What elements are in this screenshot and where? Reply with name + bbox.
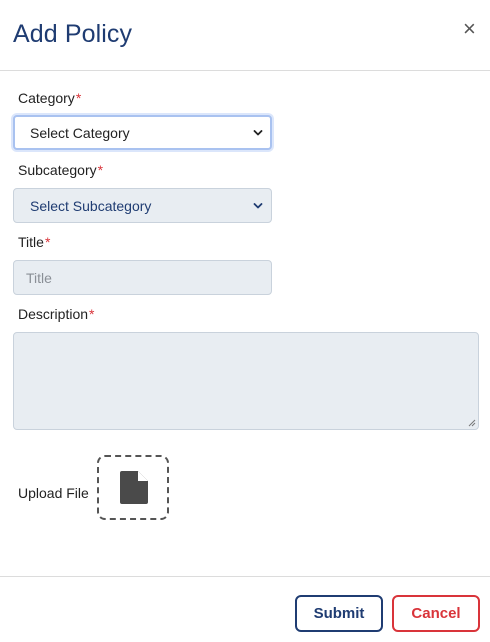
chevron-down-icon — [253, 203, 263, 209]
resize-grip-icon[interactable] — [468, 419, 476, 427]
required-marker: * — [89, 306, 95, 322]
add-policy-modal: Add Policy × Category* Select Category S… — [0, 0, 490, 642]
subcategory-select-value: Select Subcategory — [30, 198, 152, 214]
required-marker: * — [97, 162, 104, 178]
upload-file-label: Upload File — [18, 485, 89, 501]
modal-footer: Submit Cancel — [0, 576, 490, 642]
category-label-text: Category — [18, 90, 75, 106]
title-input[interactable]: Title — [13, 260, 272, 295]
category-label: Category* — [18, 90, 81, 106]
description-textarea[interactable] — [13, 332, 479, 430]
subcategory-select[interactable]: Select Subcategory — [13, 188, 272, 223]
required-marker: * — [75, 90, 82, 106]
subcategory-label-text: Subcategory — [18, 162, 97, 178]
close-icon[interactable]: × — [463, 18, 476, 40]
submit-button[interactable]: Submit — [295, 595, 383, 632]
upload-file-dropzone[interactable] — [97, 455, 169, 520]
description-label: Description* — [18, 306, 94, 322]
title-placeholder: Title — [26, 270, 52, 286]
chevron-down-icon — [253, 130, 263, 136]
modal-title: Add Policy — [13, 20, 133, 48]
title-label-text: Title — [18, 234, 44, 250]
category-select[interactable]: Select Category — [13, 115, 272, 150]
required-marker: * — [44, 234, 51, 250]
cancel-button[interactable]: Cancel — [392, 595, 480, 632]
title-label: Title* — [18, 234, 50, 250]
subcategory-label: Subcategory* — [18, 162, 103, 178]
category-select-value: Select Category — [30, 125, 130, 141]
description-label-text: Description — [18, 306, 89, 322]
file-icon — [120, 471, 148, 504]
modal-header: Add Policy × — [0, 0, 490, 71]
